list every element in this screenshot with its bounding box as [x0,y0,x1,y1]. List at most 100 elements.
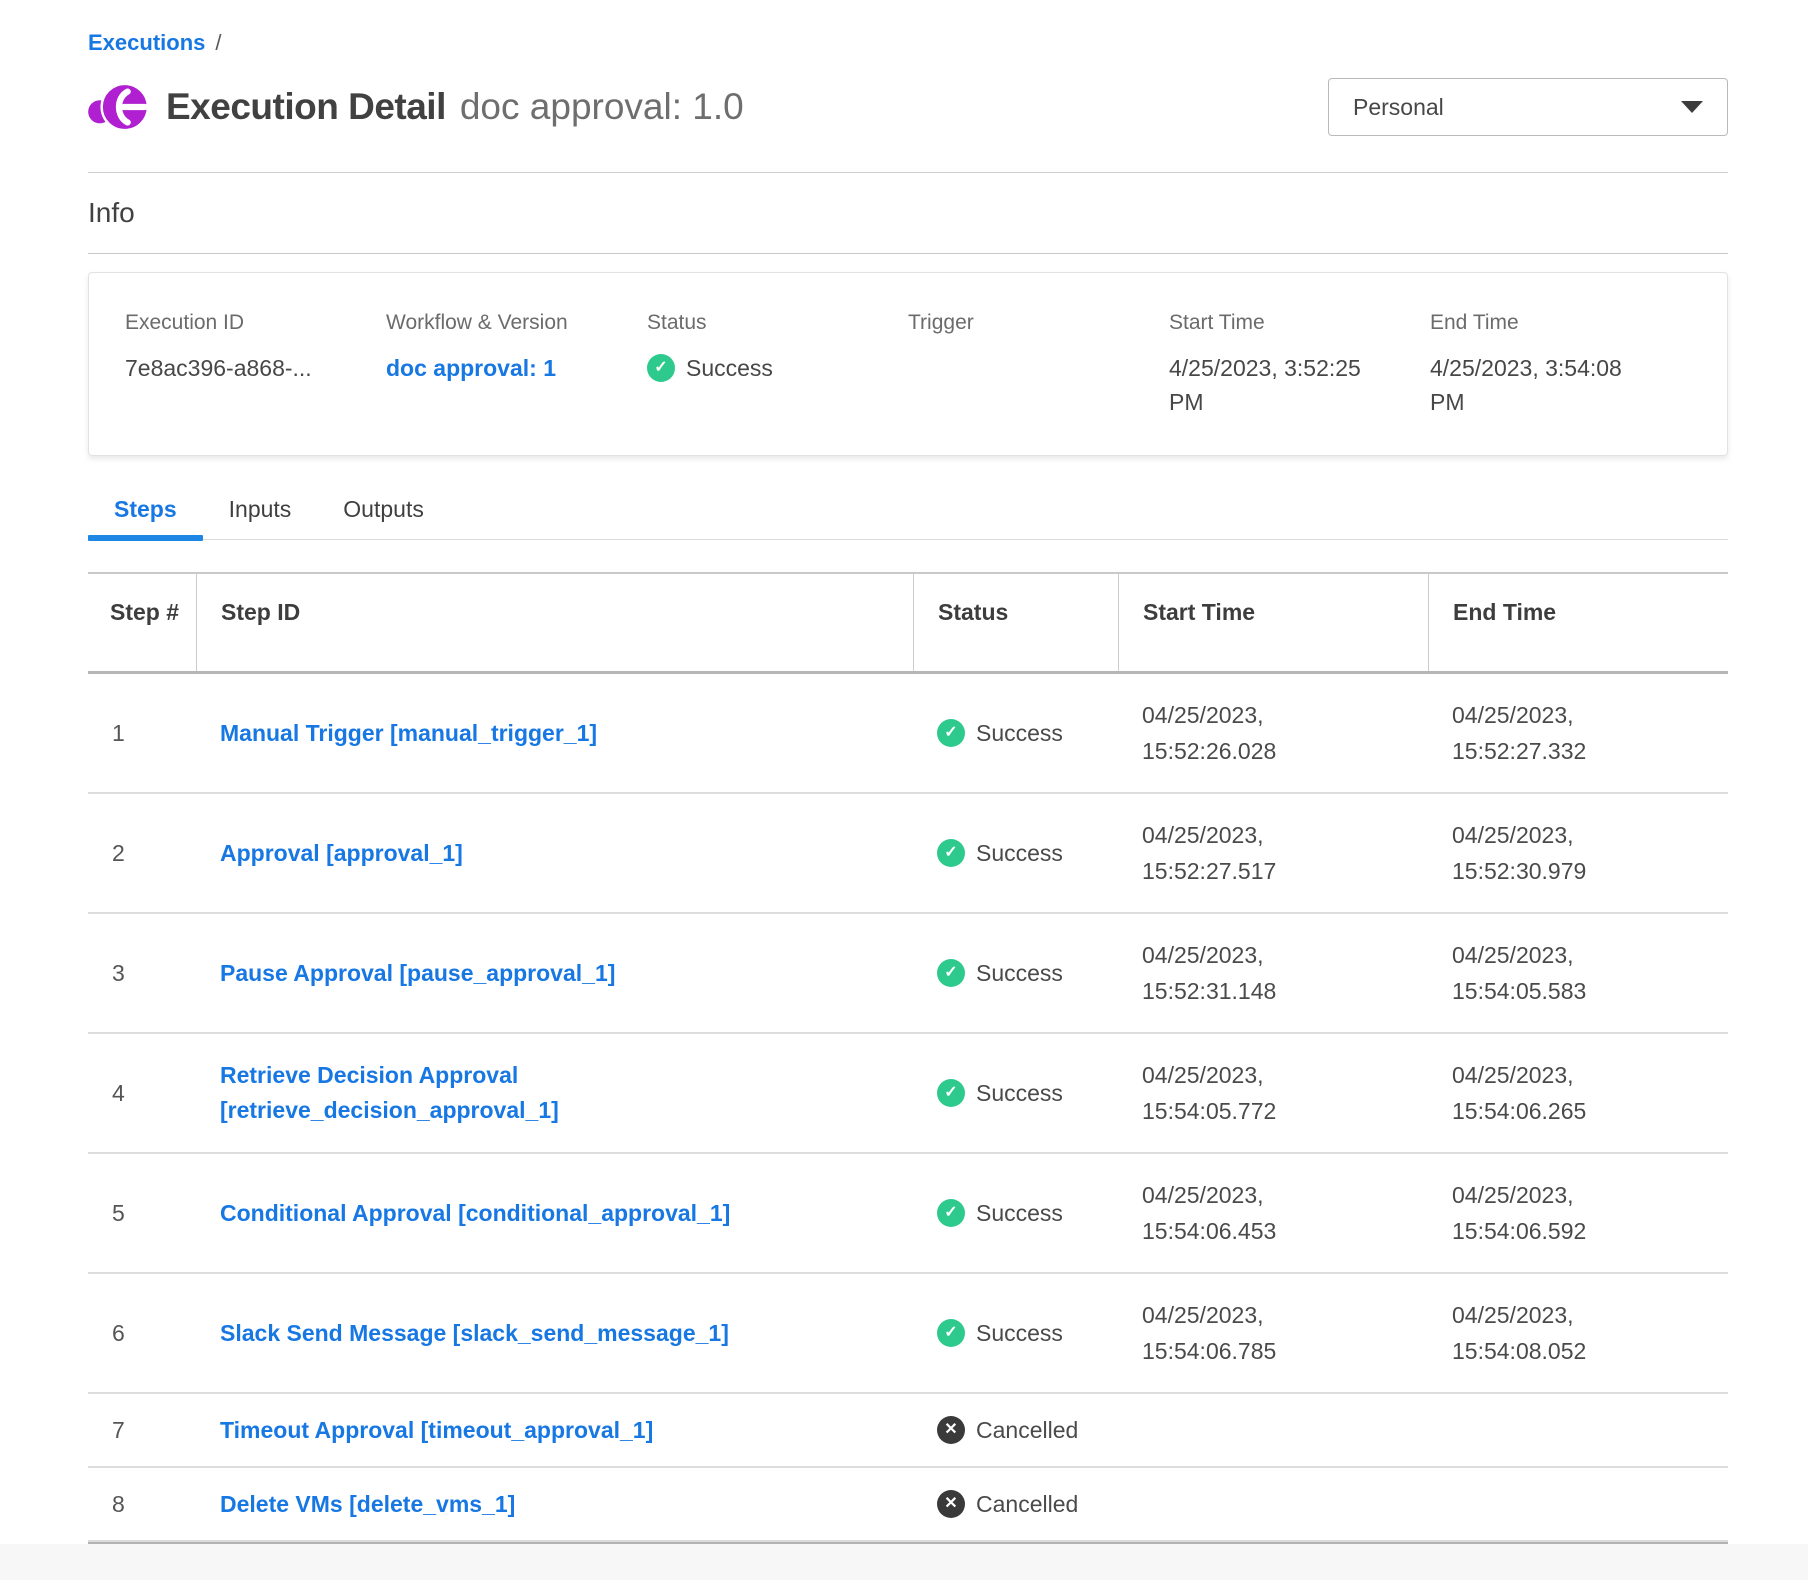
step-end-time-cell: 04/25/2023,15:52:27.332 [1428,683,1728,783]
status-label: Success [976,1196,1063,1231]
success-check-icon: ✓ [937,1199,965,1227]
table-row: 8 Delete VMs [delete_vms_1] ✕ Cancelled [88,1468,1728,1542]
execution-detail-page: Executions/ Execution Detail doc approva… [88,0,1728,1544]
workspace-select[interactable]: Personal [1328,78,1728,136]
title-row: Execution Detail doc approval: 1.0 Perso… [88,76,1728,138]
success-check-icon: ✓ [647,354,675,382]
info-card: Execution ID 7e8ac396-a868-... Workflow … [88,272,1728,456]
step-link[interactable]: Approval [approval_1] [220,836,463,871]
success-check-icon: ✓ [937,839,965,867]
workflow-version-link[interactable]: doc approval: 1 [386,355,556,381]
tab-steps[interactable]: Steps [88,486,203,539]
column-header-step-id: Step ID [196,574,913,671]
step-status-cell: ✓ Success [913,942,1118,1005]
info-field: Workflow & Version doc approval: 1 [386,311,647,421]
success-check-icon: ✓ [937,959,965,987]
step-number-cell: 3 [88,942,196,1005]
breadcrumb-executions-link[interactable]: Executions [88,30,205,55]
step-start-time-cell [1118,1416,1428,1444]
step-start-time-cell: 04/25/2023,15:52:27.517 [1118,803,1428,903]
step-number-cell: 6 [88,1302,196,1365]
step-end-time-cell: 04/25/2023,15:52:30.979 [1428,803,1728,903]
info-field-label: Trigger [908,311,1169,335]
step-status-cell: ✓ Success [913,1302,1118,1365]
info-section-title: Info [88,197,1728,229]
column-header-step-number: Step # [88,574,196,671]
breadcrumb: Executions/ [88,30,1728,56]
step-number-cell: 5 [88,1182,196,1245]
step-link[interactable]: Conditional Approval [conditional_approv… [220,1196,730,1231]
page-subtitle: doc approval: 1.0 [460,86,744,128]
step-id-cell: Delete VMs [delete_vms_1] [196,1473,913,1536]
step-number-cell: 1 [88,702,196,765]
status-label: Success [976,1316,1063,1351]
column-header-status: Status [913,574,1118,671]
step-status-cell: ✓ Success [913,1062,1118,1125]
step-status-cell: ✓ Success [913,702,1118,765]
success-check-icon: ✓ [937,1079,965,1107]
step-start-time-cell: 04/25/2023,15:54:06.453 [1118,1163,1428,1263]
info-field: End Time 4/25/2023, 3:54:08PM [1430,311,1691,421]
table-row: 3 Pause Approval [pause_approval_1] ✓ Su… [88,914,1728,1034]
cancelled-x-icon: ✕ [937,1416,965,1444]
step-end-time-cell: 04/25/2023,15:54:05.583 [1428,923,1728,1023]
step-link[interactable]: Slack Send Message [slack_send_message_1… [220,1316,729,1351]
step-status-cell: ✕ Cancelled [913,1473,1118,1536]
workflow-brand-icon [88,81,150,133]
status-label: Cancelled [976,1487,1078,1522]
step-start-time-cell [1118,1490,1428,1518]
title-divider [88,172,1728,173]
step-link[interactable]: Pause Approval [pause_approval_1] [220,956,615,991]
chevron-down-icon [1681,101,1703,113]
info-field-value: ✓Success [647,351,908,385]
step-number-cell: 4 [88,1062,196,1125]
info-field-value: doc approval: 1 [386,351,647,385]
info-field: Status ✓Success [647,311,908,421]
tab-outputs[interactable]: Outputs [317,486,450,539]
table-row: 1 Manual Trigger [manual_trigger_1] ✓ Su… [88,674,1728,794]
status-label: Success [976,1076,1063,1111]
step-link[interactable]: Manual Trigger [manual_trigger_1] [220,716,597,751]
step-end-time-cell [1428,1490,1728,1518]
step-start-time-cell: 04/25/2023,15:54:06.785 [1118,1283,1428,1383]
step-start-time-cell: 04/25/2023,15:52:26.028 [1118,683,1428,783]
table-row: 6 Slack Send Message [slack_send_message… [88,1274,1728,1394]
step-end-time-cell: 04/25/2023,15:54:08.052 [1428,1283,1728,1383]
page-bottom-strip [0,1544,1808,1580]
cancelled-x-icon: ✕ [937,1490,965,1518]
table-row: 7 Timeout Approval [timeout_approval_1] … [88,1394,1728,1468]
tab-bar: Steps Inputs Outputs [88,486,1728,540]
tab-inputs[interactable]: Inputs [203,486,318,539]
status-label: Success [976,836,1063,871]
workspace-select-value: Personal [1353,94,1444,121]
info-field-value: 7e8ac396-a868-... [125,351,386,385]
info-field-value: 4/25/2023, 3:52:25PM [1169,351,1430,419]
step-end-time-cell: 04/25/2023,15:54:06.265 [1428,1043,1728,1143]
step-id-cell: Timeout Approval [timeout_approval_1] [196,1399,913,1462]
steps-table: Step # Step ID Status Start Time End Tim… [88,572,1728,1544]
step-end-time-cell: 04/25/2023,15:54:06.592 [1428,1163,1728,1263]
step-link[interactable]: Retrieve Decision Approval [retrieve_dec… [220,1058,785,1128]
table-row: 5 Conditional Approval [conditional_appr… [88,1154,1728,1274]
info-field-label: Workflow & Version [386,311,647,335]
column-header-start-time: Start Time [1118,574,1428,671]
page-title: Execution Detail [166,86,446,128]
column-header-end-time: End Time [1428,574,1728,671]
step-id-cell: Slack Send Message [slack_send_message_1… [196,1302,913,1365]
step-start-time-cell: 04/25/2023,15:52:31.148 [1118,923,1428,1023]
info-field-label: Start Time [1169,311,1430,335]
step-status-cell: ✓ Success [913,822,1118,885]
steps-table-body: 1 Manual Trigger [manual_trigger_1] ✓ Su… [88,674,1728,1544]
status-label: Cancelled [976,1413,1078,1448]
table-row: 4 Retrieve Decision Approval [retrieve_d… [88,1034,1728,1154]
step-end-time-cell [1428,1416,1728,1444]
info-field: Start Time 4/25/2023, 3:52:25PM [1169,311,1430,421]
step-id-cell: Conditional Approval [conditional_approv… [196,1182,913,1245]
info-field-label: Execution ID [125,311,386,335]
step-status-cell: ✓ Success [913,1182,1118,1245]
info-field: Trigger [908,311,1169,421]
step-link[interactable]: Delete VMs [delete_vms_1] [220,1487,515,1522]
info-field: Execution ID 7e8ac396-a868-... [125,311,386,421]
step-id-cell: Approval [approval_1] [196,822,913,885]
step-link[interactable]: Timeout Approval [timeout_approval_1] [220,1413,653,1448]
